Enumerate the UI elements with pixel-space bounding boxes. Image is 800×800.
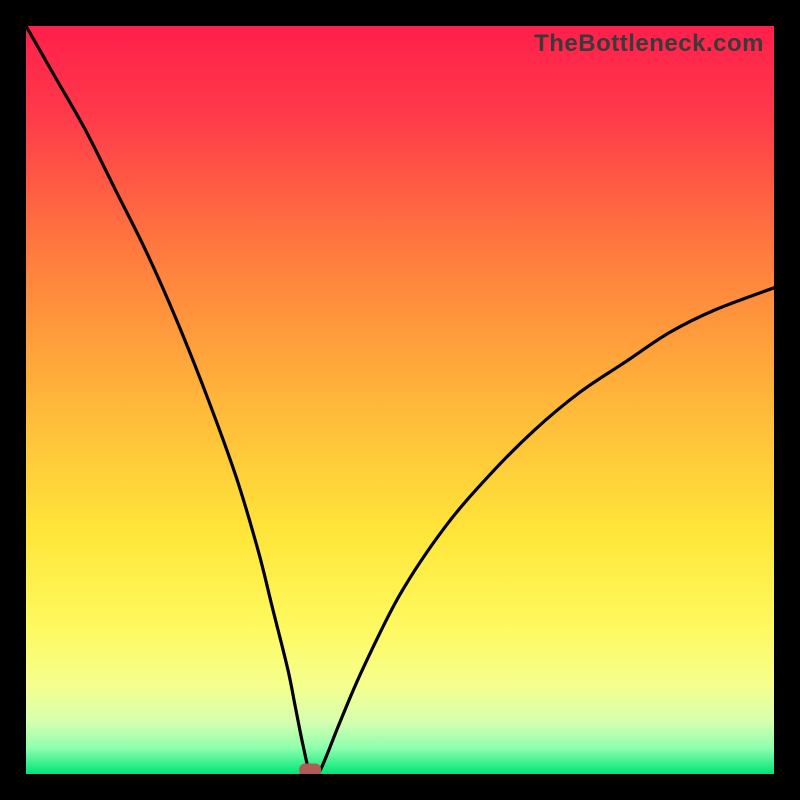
bottleneck-chart bbox=[26, 26, 774, 774]
chart-frame: TheBottleneck.com bbox=[0, 0, 800, 800]
watermark-text: TheBottleneck.com bbox=[534, 30, 764, 58]
minimum-marker bbox=[299, 764, 321, 775]
gradient-background bbox=[26, 26, 774, 774]
plot-area: TheBottleneck.com bbox=[26, 26, 774, 774]
